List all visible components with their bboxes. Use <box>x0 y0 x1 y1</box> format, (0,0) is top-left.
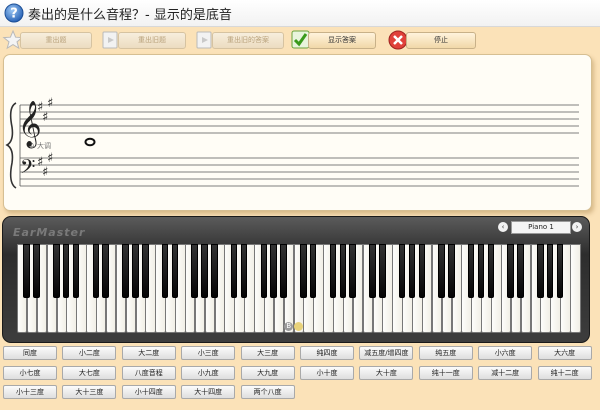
black-key[interactable] <box>507 244 514 298</box>
black-key[interactable] <box>369 244 376 298</box>
instrument-name[interactable]: Piano 1 <box>511 221 571 234</box>
toolbar-label: 停止 <box>406 32 476 49</box>
toolbar-label: 重出题 <box>20 32 92 49</box>
black-key[interactable] <box>546 244 554 298</box>
interval-answer-button[interactable]: 两个八度 <box>240 385 295 399</box>
piano-keyboard-panel: EarMaster ‹ Piano 1 › B <box>2 216 590 343</box>
black-key[interactable] <box>270 244 277 298</box>
svg-text:?: ? <box>10 7 18 22</box>
interval-answer-button[interactable]: 纯十二度 <box>537 365 592 380</box>
black-key[interactable] <box>517 244 524 298</box>
instrument-prev-button[interactable]: ‹ <box>498 222 508 232</box>
black-key[interactable] <box>309 244 317 298</box>
interval-answer-button[interactable]: 纯五度 <box>418 346 473 360</box>
black-key[interactable] <box>240 244 248 298</box>
key-signature-bass: ♯♯♯ <box>37 151 53 180</box>
black-key[interactable] <box>142 244 149 298</box>
new-question-button[interactable]: 重出题 <box>2 29 92 50</box>
interval-answer-button[interactable]: 小十四度 <box>121 385 176 399</box>
instrument-next-button[interactable]: › <box>572 222 582 232</box>
black-key[interactable] <box>537 244 544 298</box>
black-key[interactable] <box>53 244 60 298</box>
black-key[interactable] <box>329 244 337 298</box>
bass-clef-icon: 𝄢 <box>20 155 35 183</box>
title-bar: ? 奏出的是什么音程？- 显示的是底音 <box>0 0 600 27</box>
interval-answer-button[interactable]: 大十四度 <box>181 385 236 399</box>
black-key[interactable] <box>408 244 416 298</box>
interval-answer-button[interactable]: 小二度 <box>62 346 117 360</box>
replay-question-button[interactable]: 重出旧题 <box>100 29 186 49</box>
instrument-selector[interactable]: ‹ Piano 1 › <box>498 221 582 234</box>
brace-icon <box>5 102 17 189</box>
interval-answer-button[interactable]: 小九度 <box>181 365 236 380</box>
grand-staff: 𝄞 𝄢 ♯♯♯ ♯♯♯ A 大调 <box>5 96 579 189</box>
svg-text:♯: ♯ <box>42 165 48 180</box>
window-title: 奏出的是什么音程？- 显示的是底音 <box>28 8 232 23</box>
black-key[interactable] <box>191 244 198 298</box>
black-key[interactable] <box>201 244 208 298</box>
black-key[interactable] <box>161 244 169 298</box>
interval-answer-button[interactable]: 减五度/增四度 <box>359 346 414 360</box>
black-key[interactable] <box>171 244 179 298</box>
interval-answer-button[interactable]: 大十三度 <box>62 385 117 399</box>
black-key[interactable] <box>438 244 445 298</box>
black-key[interactable] <box>260 244 268 298</box>
interval-answer-button[interactable]: 减十二度 <box>478 365 533 380</box>
black-key[interactable] <box>556 244 564 298</box>
interval-answer-button[interactable]: 小六度 <box>478 346 533 360</box>
key-label: A 大调 <box>30 141 51 150</box>
interval-answer-button[interactable]: 小十度 <box>300 365 354 380</box>
black-key[interactable] <box>487 244 495 298</box>
toolbar-label: 重出旧题 <box>118 32 186 49</box>
interval-answer-button[interactable]: 纯四度 <box>300 346 354 360</box>
black-key[interactable] <box>349 244 356 298</box>
interval-answer-button[interactable]: 大六度 <box>537 346 592 360</box>
interval-answer-button[interactable]: 大七度 <box>62 365 117 380</box>
white-key[interactable] <box>570 244 581 333</box>
interval-answer-button[interactable]: 纯十一度 <box>418 365 473 380</box>
black-key[interactable] <box>467 244 475 298</box>
black-key[interactable] <box>379 244 386 298</box>
black-key[interactable] <box>132 244 139 298</box>
black-key[interactable] <box>72 244 80 298</box>
black-key[interactable] <box>23 244 30 298</box>
toolbar-label: 重出旧的答案 <box>212 32 284 49</box>
interval-answer-button[interactable]: 八度音程 <box>121 365 176 380</box>
black-key[interactable] <box>102 244 109 298</box>
black-key[interactable] <box>300 244 307 298</box>
toolbar: 重出题 重出旧题 重出旧的答案 显示答案 停止 <box>0 27 600 53</box>
whole-note <box>84 137 96 147</box>
black-key[interactable] <box>398 244 406 298</box>
interval-answer-button[interactable]: 大三度 <box>240 346 295 360</box>
toolbar-label: 显示答案 <box>308 32 376 49</box>
black-key[interactable] <box>280 244 287 298</box>
show-answer-button[interactable]: 显示答案 <box>290 29 376 49</box>
interval-answer-button[interactable]: 小三度 <box>181 346 236 360</box>
staff-panel: 𝄞 𝄢 ♯ ♯ ♯ ♯ ♯ ♯ A 大调 <box>3 54 592 211</box>
black-key[interactable] <box>448 244 455 298</box>
svg-text:♯: ♯ <box>42 110 48 125</box>
interval-answer-button[interactable]: 同度 <box>3 346 57 360</box>
interval-answer-button[interactable]: 大九度 <box>240 365 295 380</box>
black-key[interactable] <box>211 244 218 298</box>
black-key[interactable] <box>477 244 485 298</box>
stop-button[interactable]: 停止 <box>388 29 476 50</box>
interval-answer-button[interactable]: 小十三度 <box>3 385 57 399</box>
svg-text:♯: ♯ <box>47 151 53 166</box>
black-key[interactable] <box>92 244 100 298</box>
black-key[interactable] <box>62 244 70 298</box>
interval-answer-button[interactable]: 大十度 <box>359 365 414 380</box>
brand-logo: EarMaster <box>13 226 86 239</box>
black-key[interactable] <box>122 244 129 298</box>
interval-answer-button[interactable]: 大二度 <box>121 346 176 360</box>
help-icon: ? <box>4 3 24 23</box>
replay-old-answer-button[interactable]: 重出旧的答案 <box>194 29 284 49</box>
interval-answer-button[interactable]: 小七度 <box>3 365 57 380</box>
black-key[interactable] <box>230 244 238 298</box>
svg-text:♯: ♯ <box>47 96 53 111</box>
piano-keys: B <box>17 244 581 333</box>
black-key[interactable] <box>339 244 347 298</box>
black-key[interactable] <box>33 244 40 298</box>
black-key[interactable] <box>418 244 426 298</box>
